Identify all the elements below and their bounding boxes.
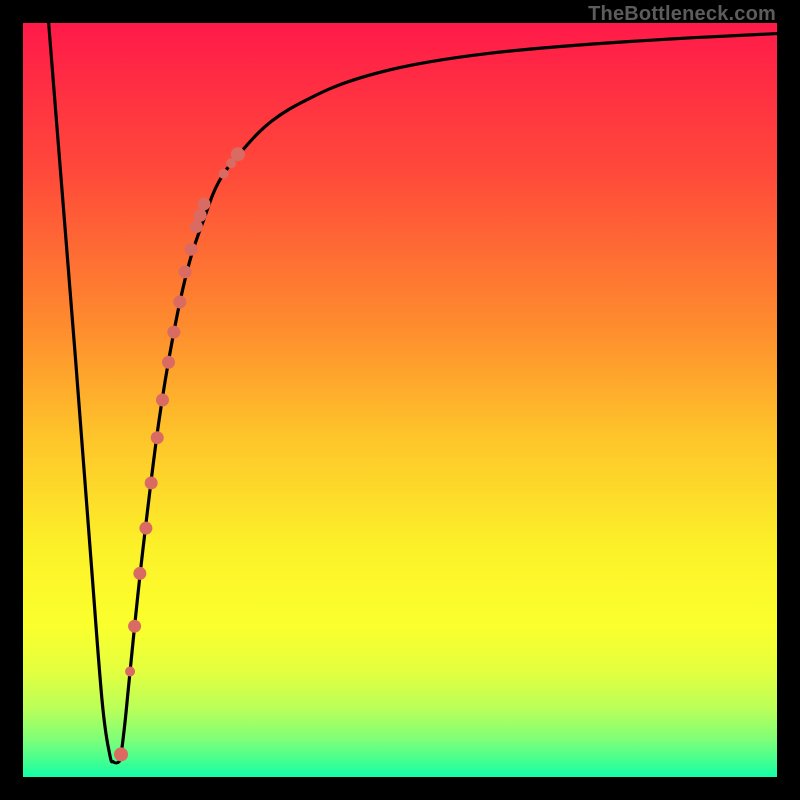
highlight-dot <box>162 356 175 369</box>
highlight-dot <box>185 243 198 256</box>
highlight-dot <box>179 265 192 278</box>
highlight-dot <box>167 326 180 339</box>
outer-frame: TheBottleneck.com <box>0 0 800 800</box>
highlight-dot <box>219 169 229 179</box>
gradient-rect <box>23 23 777 777</box>
highlight-dot <box>139 522 152 535</box>
highlight-dot <box>145 476 158 489</box>
highlight-dot <box>128 620 141 633</box>
highlight-dot <box>194 209 207 222</box>
plot-area <box>23 23 777 777</box>
chart-svg <box>23 23 777 777</box>
highlight-dot <box>173 295 186 308</box>
highlight-dot <box>156 394 169 407</box>
highlight-dot <box>114 747 128 761</box>
highlight-dot <box>133 567 146 580</box>
watermark-text: TheBottleneck.com <box>588 3 776 26</box>
highlight-dot <box>197 197 210 210</box>
highlight-dot <box>151 431 164 444</box>
highlight-dot <box>190 220 203 233</box>
highlight-dot <box>231 147 245 161</box>
highlight-dot <box>125 666 135 676</box>
